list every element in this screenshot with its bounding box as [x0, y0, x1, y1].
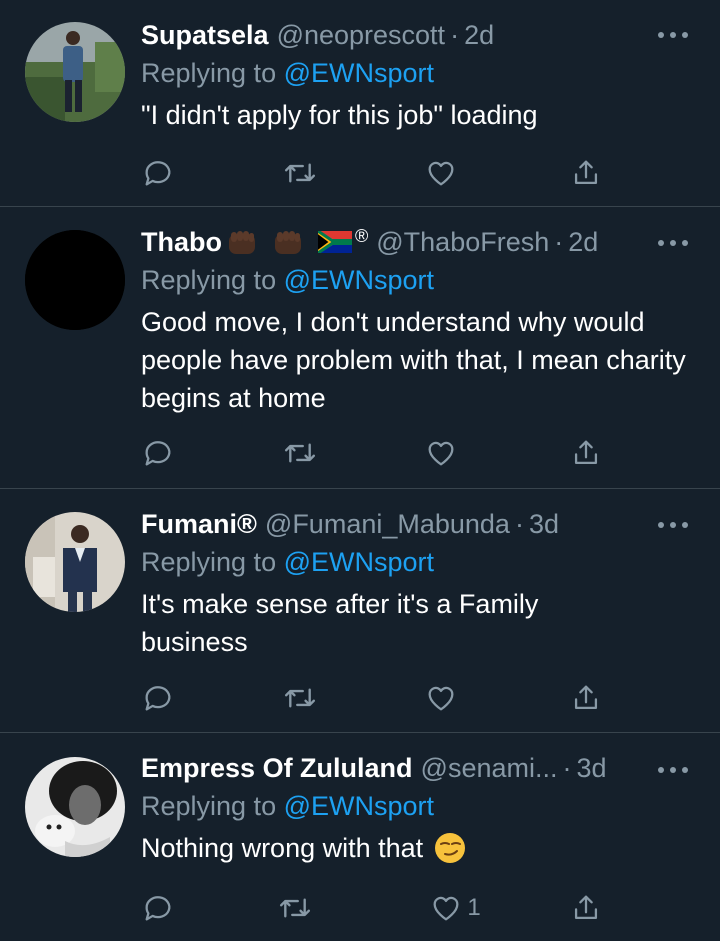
- avatar-photo: [25, 22, 125, 122]
- action-bar: [141, 155, 603, 191]
- separator-dot: ·: [514, 509, 524, 539]
- action-bar: [141, 435, 603, 471]
- reply-icon: [145, 896, 171, 921]
- timestamp[interactable]: 3d: [577, 751, 607, 785]
- share-icon: [574, 160, 598, 185]
- tweet[interactable]: Thabo ® @ThaboFresh · 2d Replying to @EW…: [0, 207, 720, 489]
- tweet-header: Fumani® @Fumani_Mabunda · 3d: [141, 507, 690, 541]
- registered-mark: ®: [355, 226, 369, 246]
- avatar-photo: [25, 757, 125, 857]
- share-button[interactable]: [569, 436, 603, 470]
- display-name[interactable]: Thabo: [141, 225, 222, 259]
- avatar[interactable]: [25, 230, 125, 330]
- reply-icon: [145, 161, 171, 186]
- retweet-icon: [280, 898, 311, 918]
- like-button[interactable]: [424, 156, 462, 190]
- action-bar: 1: [141, 890, 603, 926]
- timestamp[interactable]: 2d: [464, 18, 494, 52]
- like-button[interactable]: [424, 681, 462, 715]
- separator-dot: ·: [450, 20, 460, 50]
- reply-icon: [145, 686, 171, 711]
- replying-to-line: Replying to @EWNsport: [141, 56, 690, 90]
- more-icon[interactable]: [658, 30, 688, 40]
- tweet-text: It's make sense after it's a Family busi…: [141, 589, 539, 657]
- raised-fist-icon: [229, 231, 255, 254]
- like-button[interactable]: [424, 436, 462, 470]
- share-icon: [574, 895, 598, 920]
- avatar[interactable]: [25, 757, 125, 857]
- tweet-header: Supatsela @neoprescott · 2d: [141, 18, 690, 52]
- reply-button[interactable]: [141, 436, 175, 470]
- tweet-text: "I didn't apply for this job" loading: [141, 100, 538, 130]
- retweet-button[interactable]: [282, 681, 318, 715]
- reply-mention-link[interactable]: @EWNsport: [284, 58, 434, 88]
- share-icon: [574, 440, 598, 465]
- share-icon: [574, 685, 598, 710]
- replying-to-line: Replying to @EWNsport: [141, 263, 690, 297]
- smirk-emoji-icon: [435, 833, 466, 863]
- more-icon[interactable]: [658, 765, 688, 775]
- like-icon: [428, 161, 454, 186]
- retweet-icon: [284, 688, 315, 708]
- share-button[interactable]: [569, 156, 603, 190]
- tweet[interactable]: Supatsela @neoprescott · 2d Replying to …: [0, 0, 720, 207]
- avatar-photo: [25, 230, 125, 330]
- username[interactable]: @Fumani_Mabunda: [265, 507, 510, 541]
- tweet-text: Nothing wrong with that: [141, 833, 424, 863]
- timestamp[interactable]: 2d: [568, 225, 598, 259]
- replying-to-line: Replying to @EWNsport: [141, 789, 690, 823]
- reply-mention-link[interactable]: @EWNsport: [284, 265, 434, 295]
- like-icon: [433, 896, 459, 921]
- retweet-button[interactable]: [282, 436, 318, 470]
- retweet-button[interactable]: [277, 891, 313, 925]
- like-icon: [428, 441, 454, 466]
- like-button[interactable]: 1: [429, 891, 481, 925]
- display-name[interactable]: Empress Of Zululand: [141, 751, 413, 785]
- replying-label: Replying to: [141, 58, 277, 88]
- tweet[interactable]: Empress Of Zululand @senami... · 3d Repl…: [0, 733, 720, 941]
- tweet-header: Empress Of Zululand @senami... · 3d: [141, 751, 690, 785]
- retweet-button[interactable]: [282, 156, 318, 190]
- avatar[interactable]: [25, 512, 125, 612]
- reply-icon: [145, 441, 171, 466]
- avatar-photo: [25, 512, 125, 612]
- reply-button[interactable]: [141, 891, 175, 925]
- south-africa-flag-icon: [318, 231, 352, 253]
- raised-fist-icon: [275, 231, 301, 254]
- reply-mention-link[interactable]: @EWNsport: [284, 547, 434, 577]
- more-icon[interactable]: [658, 238, 688, 248]
- share-button[interactable]: [569, 681, 603, 715]
- replying-label: Replying to: [141, 265, 277, 295]
- username[interactable]: @ThaboFresh: [376, 225, 549, 259]
- display-name[interactable]: Supatsela: [141, 18, 269, 52]
- share-button[interactable]: [569, 891, 603, 925]
- reply-button[interactable]: [141, 681, 175, 715]
- username[interactable]: @senami...: [421, 751, 558, 785]
- reply-mention-link[interactable]: @EWNsport: [284, 791, 434, 821]
- retweet-icon: [284, 443, 315, 463]
- like-count: 1: [467, 894, 481, 921]
- like-icon: [428, 686, 454, 711]
- avatar[interactable]: [25, 22, 125, 122]
- timestamp[interactable]: 3d: [529, 507, 559, 541]
- tweet-text: Good move, I don't understand why would …: [141, 307, 686, 413]
- replying-label: Replying to: [141, 791, 277, 821]
- separator-dot: ·: [562, 753, 572, 783]
- action-bar: [141, 680, 603, 716]
- display-name[interactable]: Fumani®: [141, 507, 257, 541]
- tweet-header: Thabo ® @ThaboFresh · 2d: [141, 225, 690, 259]
- username[interactable]: @neoprescott: [277, 18, 446, 52]
- tweet-text-row: Nothing wrong with that: [141, 829, 690, 867]
- replying-to-line: Replying to @EWNsport: [141, 545, 690, 579]
- tweet[interactable]: Fumani® @Fumani_Mabunda · 3d Replying to…: [0, 489, 720, 733]
- retweet-icon: [284, 163, 315, 183]
- separator-dot: ·: [554, 227, 564, 257]
- reply-button[interactable]: [141, 156, 175, 190]
- replying-label: Replying to: [141, 547, 277, 577]
- more-icon[interactable]: [658, 520, 688, 530]
